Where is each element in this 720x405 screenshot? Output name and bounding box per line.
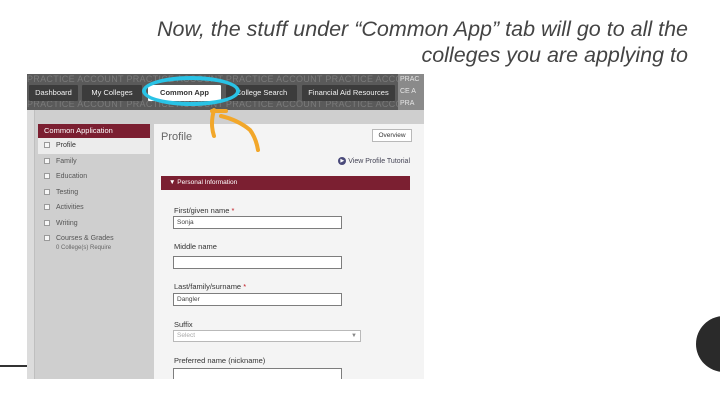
arrow-icon	[210, 108, 260, 152]
slide-divider	[0, 365, 27, 367]
